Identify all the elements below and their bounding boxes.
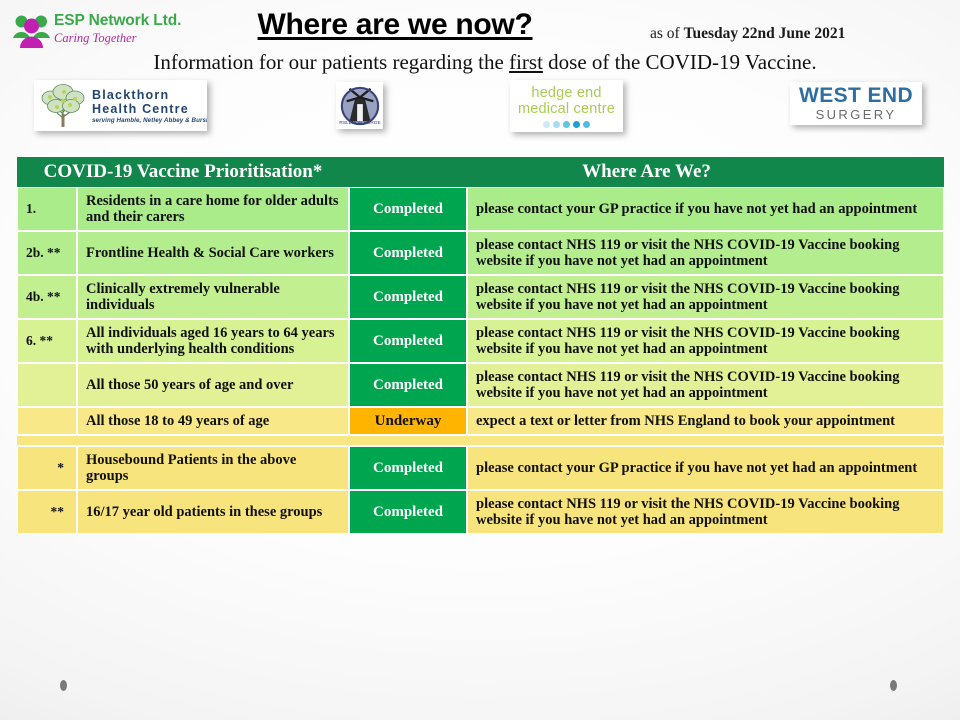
table-row: All those 50 years of age and over Compl… — [17, 363, 945, 407]
status-badge: Completed — [349, 446, 467, 490]
windmill-icon: BURSLEDON SURGERY — [339, 86, 381, 126]
row-number: 2b. ** — [17, 231, 77, 275]
subtitle-emphasis: first — [509, 50, 543, 74]
table-row: 6. ** All individuals aged 16 years to 6… — [17, 319, 945, 363]
header-prioritisation: COVID-19 Vaccine Prioritisation* — [17, 157, 349, 187]
as-of-date: as of Tuesday 22nd June 2021 — [650, 25, 845, 43]
status-badge: Completed — [349, 363, 467, 407]
row-number: ** — [17, 490, 77, 534]
header-where-are-we: Where Are We? — [349, 157, 945, 187]
row-where: please contact NHS 119 or visit the NHS … — [467, 275, 945, 319]
logo-blackthorn-health-centre: Blackthorn Health Centre serving Hamble,… — [34, 80, 207, 131]
table-row: 2b. ** Frontline Health & Social Care wo… — [17, 231, 945, 275]
west-end-line-1: WEST END — [798, 84, 914, 107]
spacer-cell — [17, 435, 77, 446]
table-header-row: COVID-19 Vaccine Prioritisation* Where A… — [17, 157, 945, 187]
subtitle-after: dose of the COVID-19 Vaccine. — [542, 50, 817, 74]
row-number: * — [17, 446, 77, 490]
row-group: Frontline Health & Social Care workers — [77, 231, 349, 275]
spacer-cell — [467, 435, 945, 446]
row-number: 4b. ** — [17, 275, 77, 319]
subtitle-before: Information for our patients regarding t… — [153, 50, 510, 74]
status-badge: Completed — [349, 490, 467, 534]
hedge-end-line-2: medical centre — [517, 100, 616, 117]
as-of-prefix: as of — [650, 25, 684, 42]
blackthorn-line-3: serving Hamble, Netley Abbey & Bursledon — [92, 116, 207, 124]
row-where: please contact NHS 119 or visit the NHS … — [467, 231, 945, 275]
status-badge: Completed — [349, 231, 467, 275]
row-group: Residents in a care home for older adult… — [77, 187, 349, 231]
table-row: 4b. ** Clinically extremely vulnerable i… — [17, 275, 945, 319]
table-row: ** 16/17 year old patients in these grou… — [17, 490, 945, 534]
hedge-end-line-1: hedge end — [531, 84, 602, 101]
row-where: please contact NHS 119 or visit the NHS … — [467, 363, 945, 407]
status-badge: Underway — [349, 407, 467, 435]
table-row: * Housebound Patients in the above group… — [17, 446, 945, 490]
row-where: please contact NHS 119 or visit the NHS … — [467, 490, 945, 534]
row-group: All those 18 to 49 years of age — [77, 407, 349, 435]
as-of-value: Tuesday 22nd June 2021 — [683, 25, 846, 42]
logo-west-end-surgery: WEST END SURGERY — [790, 82, 922, 125]
row-number: 1. — [17, 187, 77, 231]
row-number: 6. ** — [17, 319, 77, 363]
table-spacer-row — [17, 435, 945, 446]
tree-icon — [41, 83, 85, 127]
vaccine-prioritisation-table: COVID-19 Vaccine Prioritisation* Where A… — [17, 157, 945, 534]
spacer-cell — [349, 435, 467, 446]
row-where: please contact your GP practice if you h… — [467, 187, 945, 231]
row-group: Clinically extremely vulnerable individu… — [77, 275, 349, 319]
blackthorn-line-2: Health Centre — [92, 101, 189, 116]
blackthorn-line-1: Blackthorn — [92, 87, 170, 102]
row-group: Housebound Patients in the above groups — [77, 446, 349, 490]
page-subtitle: Information for our patients regarding t… — [0, 50, 960, 75]
row-group: All those 50 years of age and over — [77, 363, 349, 407]
table-row: All those 18 to 49 years of age Underway… — [17, 407, 945, 435]
slide: ESP Network Ltd. Caring Together Where a… — [0, 0, 960, 720]
row-where: please contact NHS 119 or visit the NHS … — [467, 319, 945, 363]
nav-dot-next[interactable] — [890, 680, 897, 691]
logo-bursledon-surgery: BURSLEDON SURGERY — [336, 82, 383, 129]
status-badge: Completed — [349, 275, 467, 319]
logo-hedge-end-medical-centre: hedge end medical centre — [510, 80, 623, 132]
row-number — [17, 407, 77, 435]
row-where: please contact your GP practice if you h… — [467, 446, 945, 490]
hedge-end-dots — [543, 120, 590, 128]
status-badge: Completed — [349, 319, 467, 363]
row-number — [17, 363, 77, 407]
spacer-cell — [77, 435, 349, 446]
table-row: 1. Residents in a care home for older ad… — [17, 187, 945, 231]
bursledon-label: BURSLEDON SURGERY — [339, 120, 381, 126]
row-group: All individuals aged 16 years to 64 year… — [77, 319, 349, 363]
west-end-line-2: SURGERY — [815, 107, 897, 122]
nav-dot-previous[interactable] — [60, 680, 67, 691]
status-badge: Completed — [349, 187, 467, 231]
row-group: 16/17 year old patients in these groups — [77, 490, 349, 534]
row-where: expect a text or letter from NHS England… — [467, 407, 945, 435]
